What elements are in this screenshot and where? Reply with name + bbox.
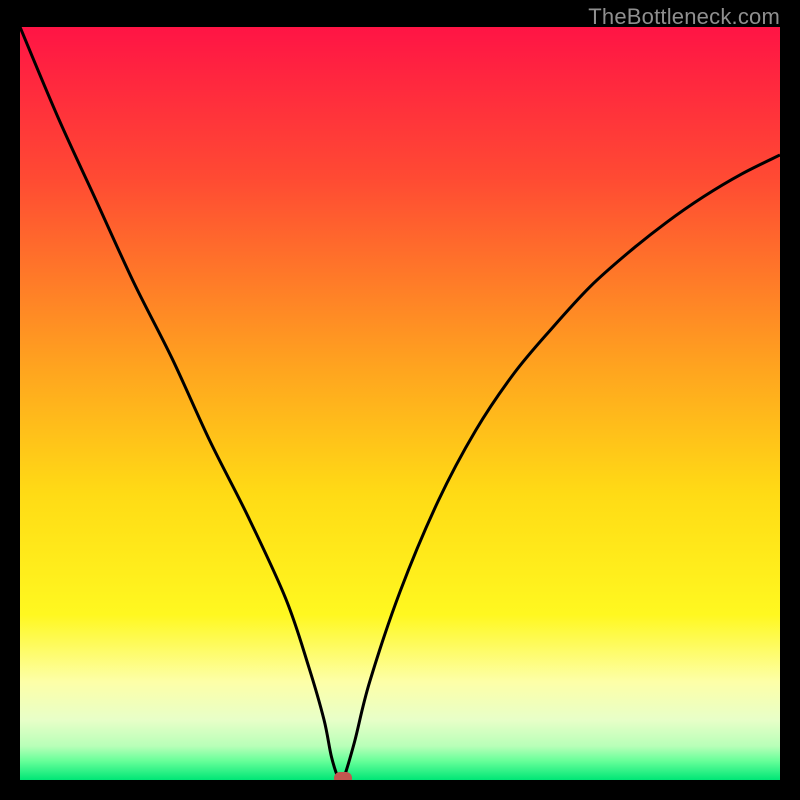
- gradient-background: [20, 27, 780, 780]
- optimal-marker: [334, 772, 352, 780]
- chart-container: TheBottleneck.com: [0, 0, 800, 800]
- plot-area: [20, 27, 780, 780]
- bottleneck-chart: [20, 27, 780, 780]
